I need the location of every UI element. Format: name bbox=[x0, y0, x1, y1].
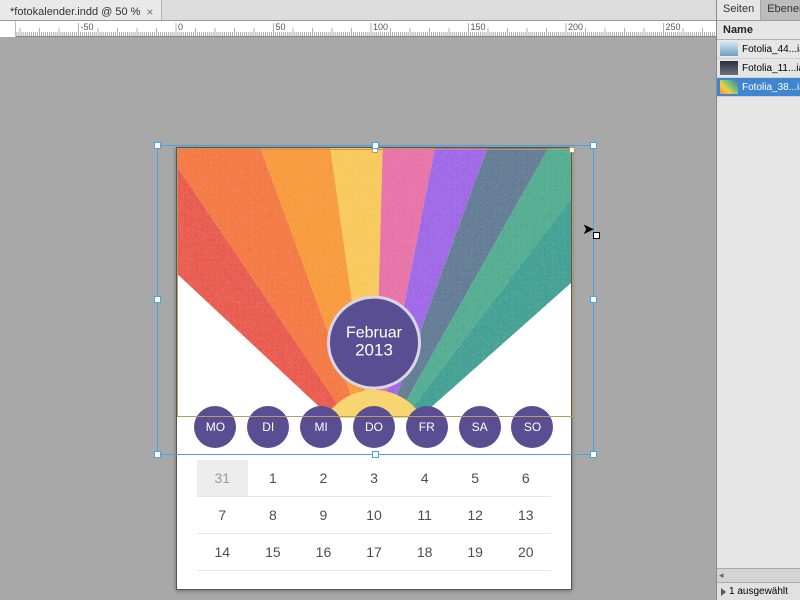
calendar-cell: 9 bbox=[298, 497, 349, 534]
calendar-cell: 20 bbox=[500, 534, 551, 571]
document-tab-title: *fotokalender.indd @ 50 % bbox=[10, 6, 140, 18]
selection-count: 1 ausgewählt bbox=[729, 586, 788, 597]
link-label: Fotolia_44...ia bbox=[742, 44, 800, 55]
panel-footer: 1 ausgewählt bbox=[717, 582, 800, 600]
weekday-do: DO bbox=[353, 406, 395, 448]
ruler-origin[interactable] bbox=[0, 21, 16, 37]
calendar-row: 31123456 bbox=[197, 460, 551, 497]
calendar-cell: 19 bbox=[450, 534, 501, 571]
calendar-cell: 17 bbox=[349, 534, 400, 571]
links-panel: Seiten Ebenen Name Fotolia_44...iaFotoli… bbox=[716, 0, 800, 600]
panel-tab-ebenen[interactable]: Ebenen bbox=[761, 0, 800, 20]
svg-text:200: 200 bbox=[568, 22, 583, 32]
year-label: 2013 bbox=[355, 340, 393, 360]
svg-text:0: 0 bbox=[178, 22, 183, 32]
link-item[interactable]: Fotolia_11...ia bbox=[717, 59, 800, 78]
links-list[interactable]: Fotolia_44...ia Fotolia_11...ia Fotolia_38… bbox=[717, 40, 800, 568]
disclosure-triangle-icon[interactable] bbox=[721, 588, 726, 596]
calendar-cell: 10 bbox=[349, 497, 400, 534]
calendar-cell: 6 bbox=[500, 460, 551, 497]
close-icon[interactable]: × bbox=[146, 5, 153, 19]
resize-handle-br[interactable] bbox=[590, 451, 597, 458]
calendar-row: 78910111213 bbox=[197, 497, 551, 534]
calendar-row: 14151617181920 bbox=[197, 534, 551, 571]
link-label: Fotolia_11...ia bbox=[742, 63, 800, 74]
calendar-cell: 8 bbox=[248, 497, 299, 534]
document-tab[interactable]: *fotokalender.indd @ 50 % × bbox=[0, 0, 162, 20]
link-thumbnail bbox=[720, 61, 738, 75]
calendar-cell: 13 bbox=[500, 497, 551, 534]
calendar-cell: 3 bbox=[349, 460, 400, 497]
panel-scrollbar[interactable]: ◂ bbox=[717, 568, 800, 582]
weekday-mo: MO bbox=[194, 406, 236, 448]
panel-tab-strip: Seiten Ebenen bbox=[717, 0, 800, 21]
svg-text:50: 50 bbox=[276, 22, 286, 32]
link-label: Fotolia_38...ia bbox=[742, 82, 800, 93]
resize-handle-mr[interactable] bbox=[590, 296, 597, 303]
resize-handle-tl[interactable] bbox=[154, 142, 161, 149]
link-thumbnail bbox=[720, 42, 738, 56]
weekday-so: SO bbox=[511, 406, 553, 448]
svg-text:-50: -50 bbox=[81, 22, 94, 32]
resize-handle-ml[interactable] bbox=[154, 296, 161, 303]
link-item[interactable]: Fotolia_38...ia bbox=[717, 78, 800, 97]
hero-image-frame[interactable]: Februar 2013 bbox=[177, 148, 571, 418]
weekday-di: DI bbox=[247, 406, 289, 448]
weekday-fr: FR bbox=[406, 406, 448, 448]
calendar-cell: 1 bbox=[248, 460, 299, 497]
calendar-page[interactable]: Februar 2013 MODIMIDOFRSASO 311234567891… bbox=[176, 147, 572, 590]
calendar-cell: 7 bbox=[197, 497, 248, 534]
canvas[interactable]: Februar 2013 MODIMIDOFRSASO 311234567891… bbox=[0, 37, 716, 600]
resize-handle-bl[interactable] bbox=[154, 451, 161, 458]
calendar-cell: 12 bbox=[450, 497, 501, 534]
link-thumbnail bbox=[720, 80, 738, 94]
calendar-cell: 11 bbox=[399, 497, 450, 534]
workspace: -50 0 50 100 150 200 250 bbox=[0, 21, 716, 600]
svg-text:150: 150 bbox=[471, 22, 486, 32]
svg-text:250: 250 bbox=[666, 22, 681, 32]
weekday-sa: SA bbox=[459, 406, 501, 448]
calendar-cell: 16 bbox=[298, 534, 349, 571]
panel-column-header: Name bbox=[717, 21, 800, 40]
weekday-mi: MI bbox=[300, 406, 342, 448]
document-tab-bar: *fotokalender.indd @ 50 % × bbox=[0, 0, 800, 21]
calendar-cell: 18 bbox=[399, 534, 450, 571]
calendar-cell: 5 bbox=[450, 460, 501, 497]
calendar-cell: 14 bbox=[197, 534, 248, 571]
link-item[interactable]: Fotolia_44...ia bbox=[717, 40, 800, 59]
calendar-cell: 31 bbox=[197, 460, 248, 497]
calendar-cell: 15 bbox=[248, 534, 299, 571]
panel-tab-seiten[interactable]: Seiten bbox=[717, 0, 761, 20]
calendar-cell: 2 bbox=[298, 460, 349, 497]
horizontal-ruler[interactable]: -50 0 50 100 150 200 250 bbox=[0, 21, 716, 37]
calendar-cell: 4 bbox=[399, 460, 450, 497]
svg-text:100: 100 bbox=[373, 22, 388, 32]
ruler-svg: -50 0 50 100 150 200 250 bbox=[16, 21, 716, 37]
calendar-grid: 311234567891011121314151617181920 bbox=[177, 456, 571, 589]
cursor-icon: ➤ bbox=[582, 220, 595, 238]
resize-handle-tr[interactable] bbox=[590, 142, 597, 149]
weekday-row: MO DI MI DO FR SASO bbox=[177, 406, 571, 448]
month-badge: Februar 2013 bbox=[327, 295, 421, 389]
